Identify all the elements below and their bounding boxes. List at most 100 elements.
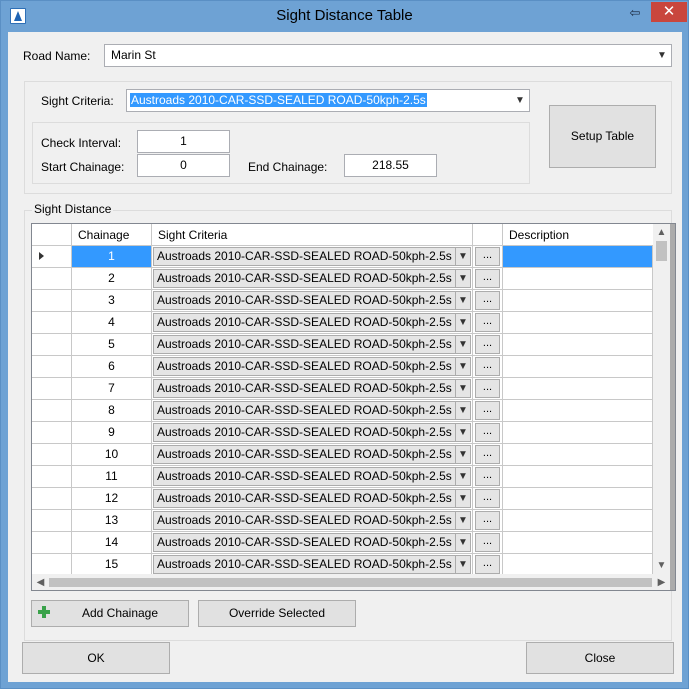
table-row[interactable]: 14 Austroads 2010-CAR-SSD-SEALED ROAD-50k…: [32, 532, 653, 554]
description-cell[interactable]: [503, 488, 653, 510]
table-row[interactable]: 2 Austroads 2010-CAR-SSD-SEALED ROAD-50kp…: [32, 268, 653, 290]
check-interval-input[interactable]: 1: [137, 130, 230, 153]
sight-criteria-select[interactable]: Austroads 2010-CAR-SSD-SEALED ROAD-50kph…: [126, 89, 530, 112]
sight-criteria-cell-select[interactable]: Austroads 2010-CAR-SSD-SEALED ROAD-50kph…: [153, 533, 471, 552]
description-cell[interactable]: [503, 356, 653, 378]
row-header[interactable]: [32, 356, 72, 378]
ellipsis-button[interactable]: ...: [475, 269, 500, 288]
row-header[interactable]: [32, 554, 72, 576]
table-row[interactable]: 7 Austroads 2010-CAR-SSD-SEALED ROAD-50kp…: [32, 378, 653, 400]
description-cell[interactable]: [503, 444, 653, 466]
chainage-cell[interactable]: 4: [72, 312, 152, 334]
table-row[interactable]: 1 Austroads 2010-CAR-SSD-SEALED ROAD-50kp…: [32, 246, 653, 268]
chainage-cell[interactable]: 9: [72, 422, 152, 444]
sight-criteria-cell-select[interactable]: Austroads 2010-CAR-SSD-SEALED ROAD-50kph…: [153, 335, 471, 354]
sight-criteria-cell-select[interactable]: Austroads 2010-CAR-SSD-SEALED ROAD-50kph…: [153, 555, 471, 574]
scroll-right-icon[interactable]: ▶: [653, 574, 670, 590]
table-row[interactable]: 5 Austroads 2010-CAR-SSD-SEALED ROAD-50kp…: [32, 334, 653, 356]
vertical-scroll-thumb[interactable]: [656, 241, 667, 261]
ellipsis-button[interactable]: ...: [475, 555, 500, 574]
vertical-scrollbar[interactable]: ▲ ▼: [653, 224, 670, 574]
scroll-up-icon[interactable]: ▲: [653, 224, 670, 241]
ellipsis-button[interactable]: ...: [475, 379, 500, 398]
scroll-left-icon[interactable]: ◀: [32, 574, 49, 590]
description-cell[interactable]: [503, 400, 653, 422]
chainage-cell[interactable]: 3: [72, 290, 152, 312]
sight-criteria-cell-select[interactable]: Austroads 2010-CAR-SSD-SEALED ROAD-50kph…: [153, 357, 471, 376]
table-row[interactable]: 9 Austroads 2010-CAR-SSD-SEALED ROAD-50kp…: [32, 422, 653, 444]
sight-criteria-cell-select[interactable]: Austroads 2010-CAR-SSD-SEALED ROAD-50kph…: [153, 445, 471, 464]
chainage-cell[interactable]: 6: [72, 356, 152, 378]
column-header-button[interactable]: [473, 224, 503, 246]
row-header[interactable]: [32, 444, 72, 466]
road-name-select[interactable]: Marin St ▼: [104, 44, 672, 67]
table-row[interactable]: 3 Austroads 2010-CAR-SSD-SEALED ROAD-50kp…: [32, 290, 653, 312]
sight-criteria-cell[interactable]: Austroads 2010-CAR-SSD-SEALED ROAD-50kph…: [152, 532, 473, 554]
column-header-description[interactable]: Description: [503, 224, 653, 246]
sight-criteria-cell-select[interactable]: Austroads 2010-CAR-SSD-SEALED ROAD-50kph…: [153, 401, 471, 420]
sight-criteria-cell[interactable]: Austroads 2010-CAR-SSD-SEALED ROAD-50kph…: [152, 444, 473, 466]
description-cell[interactable]: [503, 554, 653, 576]
sight-criteria-cell-select[interactable]: Austroads 2010-CAR-SSD-SEALED ROAD-50kph…: [153, 467, 471, 486]
ellipsis-button[interactable]: ...: [475, 357, 500, 376]
table-row[interactable]: 6 Austroads 2010-CAR-SSD-SEALED ROAD-50kp…: [32, 356, 653, 378]
ellipsis-button[interactable]: ...: [475, 291, 500, 310]
horizontal-scrollbar[interactable]: ◀ ▶: [32, 574, 670, 590]
chainage-cell[interactable]: 14: [72, 532, 152, 554]
sight-criteria-cell[interactable]: Austroads 2010-CAR-SSD-SEALED ROAD-50kph…: [152, 400, 473, 422]
chainage-cell[interactable]: 10: [72, 444, 152, 466]
column-header-sight-criteria[interactable]: Sight Criteria: [152, 224, 473, 246]
sight-criteria-cell-select[interactable]: Austroads 2010-CAR-SSD-SEALED ROAD-50kph…: [153, 379, 471, 398]
chainage-cell[interactable]: 8: [72, 400, 152, 422]
ellipsis-button[interactable]: ...: [475, 489, 500, 508]
row-header[interactable]: [32, 466, 72, 488]
row-header[interactable]: [32, 532, 72, 554]
sight-criteria-cell[interactable]: Austroads 2010-CAR-SSD-SEALED ROAD-50kph…: [152, 378, 473, 400]
table-row[interactable]: 8 Austroads 2010-CAR-SSD-SEALED ROAD-50kp…: [32, 400, 653, 422]
row-header[interactable]: [32, 510, 72, 532]
row-header[interactable]: [32, 488, 72, 510]
chainage-cell[interactable]: 15: [72, 554, 152, 576]
description-cell[interactable]: [503, 466, 653, 488]
override-selected-button[interactable]: Override Selected: [198, 600, 356, 627]
title-bar[interactable]: Sight Distance Table ⇦ ✕: [1, 1, 688, 32]
column-header-chainage[interactable]: Chainage: [72, 224, 152, 246]
sight-criteria-cell[interactable]: Austroads 2010-CAR-SSD-SEALED ROAD-50kph…: [152, 356, 473, 378]
restore-icon[interactable]: ⇦: [623, 4, 647, 22]
description-cell[interactable]: [503, 510, 653, 532]
row-header[interactable]: [32, 246, 72, 268]
chainage-cell[interactable]: 1: [72, 246, 152, 268]
table-row[interactable]: 15 Austroads 2010-CAR-SSD-SEALED ROAD-50k…: [32, 554, 653, 576]
table-row[interactable]: 12 Austroads 2010-CAR-SSD-SEALED ROAD-50k…: [32, 488, 653, 510]
ellipsis-button[interactable]: ...: [475, 445, 500, 464]
sight-criteria-cell-select[interactable]: Austroads 2010-CAR-SSD-SEALED ROAD-50kph…: [153, 511, 471, 530]
sight-distance-grid[interactable]: Chainage Sight Criteria Description 1 Aus…: [31, 223, 676, 591]
ellipsis-button[interactable]: ...: [475, 335, 500, 354]
description-cell[interactable]: [503, 378, 653, 400]
table-row[interactable]: 4 Austroads 2010-CAR-SSD-SEALED ROAD-50kp…: [32, 312, 653, 334]
chainage-cell[interactable]: 11: [72, 466, 152, 488]
sight-criteria-cell-select[interactable]: Austroads 2010-CAR-SSD-SEALED ROAD-50kph…: [153, 291, 471, 310]
sight-criteria-cell-select[interactable]: Austroads 2010-CAR-SSD-SEALED ROAD-50kph…: [153, 247, 471, 266]
row-header[interactable]: [32, 334, 72, 356]
sight-criteria-cell-select[interactable]: Austroads 2010-CAR-SSD-SEALED ROAD-50kph…: [153, 423, 471, 442]
ellipsis-button[interactable]: ...: [475, 533, 500, 552]
scroll-down-icon[interactable]: ▼: [653, 557, 670, 574]
row-header[interactable]: [32, 422, 72, 444]
sight-criteria-cell-select[interactable]: Austroads 2010-CAR-SSD-SEALED ROAD-50kph…: [153, 269, 471, 288]
ellipsis-button[interactable]: ...: [475, 247, 500, 266]
sight-criteria-cell[interactable]: Austroads 2010-CAR-SSD-SEALED ROAD-50kph…: [152, 510, 473, 532]
description-cell[interactable]: [503, 334, 653, 356]
close-icon[interactable]: ✕: [651, 2, 687, 22]
sight-criteria-cell[interactable]: Austroads 2010-CAR-SSD-SEALED ROAD-50kph…: [152, 290, 473, 312]
sight-criteria-cell[interactable]: Austroads 2010-CAR-SSD-SEALED ROAD-50kph…: [152, 334, 473, 356]
description-cell[interactable]: [503, 422, 653, 444]
row-header[interactable]: [32, 312, 72, 334]
row-header[interactable]: [32, 268, 72, 290]
ok-button[interactable]: OK: [22, 642, 170, 674]
sight-criteria-cell[interactable]: Austroads 2010-CAR-SSD-SEALED ROAD-50kph…: [152, 268, 473, 290]
horizontal-scroll-thumb[interactable]: [49, 578, 652, 587]
row-header[interactable]: [32, 378, 72, 400]
row-header[interactable]: [32, 290, 72, 312]
sight-criteria-cell[interactable]: Austroads 2010-CAR-SSD-SEALED ROAD-50kph…: [152, 554, 473, 576]
